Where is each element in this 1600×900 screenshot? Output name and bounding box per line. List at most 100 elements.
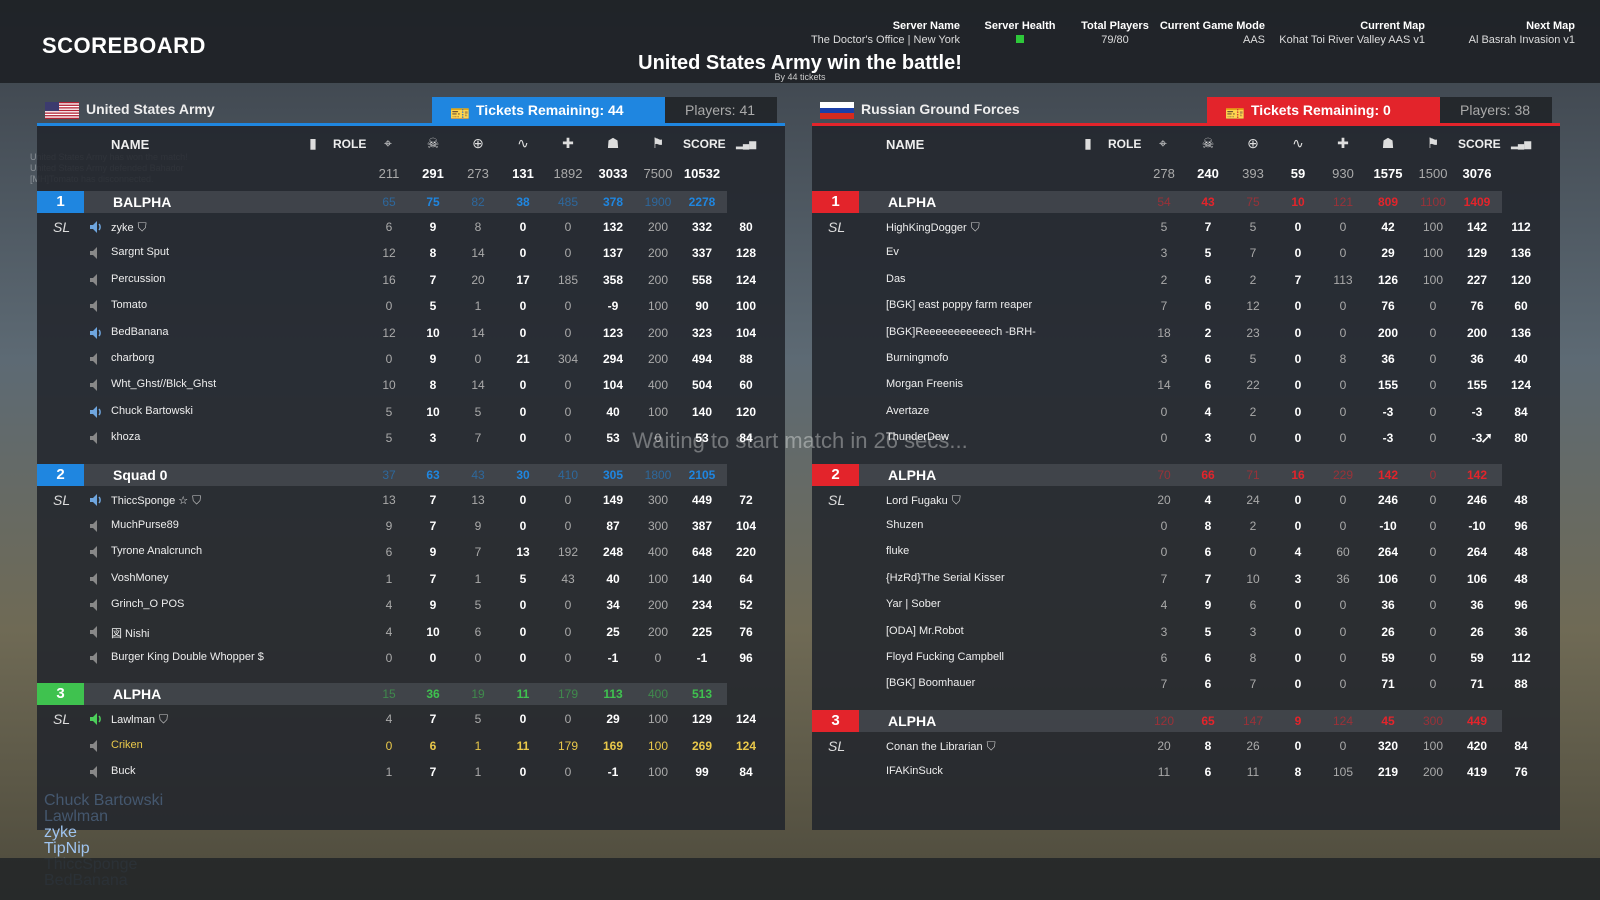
player-row[interactable]: 図 Nishi 4 10 6 0 0 25 200 225 76 <box>37 619 785 645</box>
player-name-text[interactable]: Shuzen <box>886 519 923 531</box>
player-name[interactable]: MuchPurse89 <box>111 519 179 531</box>
col-name[interactable]: NAME <box>886 137 924 152</box>
combat-score-icon[interactable]: ☗ <box>603 135 623 153</box>
player-name-text[interactable]: Lord Fugaku <box>886 495 948 507</box>
teamkills-icon[interactable]: ⊕ <box>468 135 488 153</box>
player-row[interactable]: fluke 0 6 0 4 60 264 0 264 48 <box>812 539 1560 565</box>
player-name[interactable]: [BGK]Reeeeeeeeeeech -BRH- <box>886 326 1036 338</box>
speaker-icon[interactable] <box>88 298 104 314</box>
player-row[interactable]: MuchPurse89 9 7 9 0 0 87 300 387 104 <box>37 513 785 539</box>
player-row[interactable]: Morgan Freenis 14 6 22 0 0 155 0 155 124 <box>812 372 1560 398</box>
speaker-icon[interactable] <box>88 377 104 393</box>
player-row[interactable]: SL Lord Fugaku ⛉ 20 4 24 0 0 246 0 246 48 <box>812 487 1560 513</box>
player-name-text[interactable]: Tyrone Analcrunch <box>111 545 202 557</box>
player-row[interactable]: VoshMoney 1 7 1 5 43 40 100 140 64 <box>37 566 785 592</box>
player-name-text[interactable]: {HzRd}The Serial Kisser <box>886 572 1005 584</box>
player-name[interactable]: [BGK] east poppy farm reaper <box>886 299 1032 311</box>
player-row[interactable]: BedBanana 12 10 14 0 0 123 200 323 104 <box>37 320 785 346</box>
player-row[interactable]: [BGK]Reeeeeeeeeeech -BRH- 18 2 23 0 0 200 0 200 1… <box>812 320 1560 346</box>
player-name[interactable]: Tyrone Analcrunch <box>111 545 202 557</box>
player-row[interactable]: SL ThiccSponge ☆ ⛉ 13 7 13 0 0 149 300 449 72 <box>37 487 785 513</box>
player-name[interactable]: Sargnt Sput <box>111 246 169 258</box>
player-name[interactable]: ThiccSponge ☆ ⛉ <box>111 493 201 508</box>
player-name-text[interactable]: charborg <box>111 352 154 364</box>
player-name[interactable]: Chuck Bartowski <box>111 405 193 417</box>
player-row[interactable]: Floyd Fucking Campbell 6 6 8 0 0 59 0 59 112 <box>812 645 1560 671</box>
speaker-icon[interactable] <box>88 404 104 420</box>
player-name-text[interactable]: Ev <box>886 246 899 258</box>
player-name-text[interactable]: [BGK] Boomhauer <box>886 677 975 689</box>
player-name-text[interactable]: VoshMoney <box>111 572 168 584</box>
player-row[interactable]: Percussion 16 7 20 17 185 358 200 558 124 <box>37 267 785 293</box>
speaker-icon[interactable] <box>88 544 104 560</box>
player-name-text[interactable]: fluke <box>886 545 909 557</box>
player-row[interactable]: Das 2 6 2 7 113 126 100 227 120 <box>812 267 1560 293</box>
player-name[interactable]: [ODA] Mr.Robot <box>886 625 964 637</box>
col-name[interactable]: NAME <box>111 137 149 152</box>
player-row[interactable]: [ODA] Mr.Robot 3 5 3 0 0 26 0 26 36 <box>812 619 1560 645</box>
kills-icon[interactable]: ⌖ <box>378 135 398 153</box>
player-name-text[interactable]: Chuck Bartowski <box>111 405 193 417</box>
player-row[interactable]: Chuck Bartowski 5 10 5 0 0 40 100 140 120 <box>37 399 785 425</box>
col-score[interactable]: SCORE <box>1458 137 1501 151</box>
player-name-text[interactable]: 図 Nishi <box>111 628 150 640</box>
player-name[interactable]: {HzRd}The Serial Kisser <box>886 572 1005 584</box>
player-name-text[interactable]: ThiccSponge ☆ <box>111 495 188 507</box>
player-row[interactable]: Criken 0 6 1 11 179 169 100 269 124 <box>37 733 785 759</box>
player-name-text[interactable]: Avertaze <box>886 405 929 417</box>
squad-header[interactable]: 3 ALPHA 120 65 147 9 124 45 300 449 <box>812 709 1502 732</box>
revives-icon[interactable]: ∿ <box>1288 135 1308 153</box>
player-name[interactable]: Lawlman ⛉ <box>111 712 168 727</box>
player-name-text[interactable]: Grinch_O POS <box>111 598 184 610</box>
player-name-text[interactable]: BedBanana <box>111 326 169 338</box>
player-row[interactable]: Burningmofo 3 6 5 0 8 36 0 36 40 <box>812 346 1560 372</box>
player-row[interactable]: SL zyke ⛉ 6 9 8 0 0 132 200 332 80 <box>37 214 785 240</box>
player-row[interactable]: Burger King Double Whopper $ 0 0 0 0 0 -1 0 -1 96 <box>37 645 785 671</box>
speaker-icon[interactable] <box>88 738 104 754</box>
player-row[interactable]: Tomato 0 5 1 0 0 -9 100 90 100 <box>37 293 785 319</box>
player-name[interactable]: Tomato <box>111 299 147 311</box>
player-name-text[interactable]: Criken <box>111 739 143 751</box>
player-name-text[interactable]: [BGK] east poppy farm reaper <box>886 299 1032 311</box>
player-row[interactable]: Grinch_O POS 4 9 5 0 0 34 200 234 52 <box>37 592 785 618</box>
player-name-text[interactable]: Morgan Freenis <box>886 378 963 390</box>
player-name[interactable]: 図 Nishi <box>111 625 150 641</box>
speaker-icon[interactable] <box>88 492 104 508</box>
player-name[interactable]: Yar | Sober <box>886 598 941 610</box>
player-name[interactable]: Morgan Freenis <box>886 378 963 390</box>
player-name[interactable]: Das <box>886 273 906 285</box>
player-name-text[interactable]: Tomato <box>111 299 147 311</box>
deaths-icon[interactable]: ☠ <box>1198 135 1218 153</box>
revives-icon[interactable]: ∿ <box>513 135 533 153</box>
player-name[interactable]: VoshMoney <box>111 572 168 584</box>
player-name-text[interactable]: Burningmofo <box>886 352 948 364</box>
squad-header[interactable]: 3 ALPHA 15 36 19 11 179 113 400 513 <box>37 683 727 706</box>
player-row[interactable]: IFAKinSuck 11 6 11 8 105 219 200 419 76 <box>812 759 1560 785</box>
player-name[interactable]: Lord Fugaku ⛉ <box>886 493 961 508</box>
player-row[interactable]: Yar | Sober 4 9 6 0 0 36 0 36 96 <box>812 592 1560 618</box>
player-name[interactable]: Shuzen <box>886 519 923 531</box>
player-name[interactable]: [BGK] Boomhauer <box>886 677 975 689</box>
player-name[interactable]: IFAKinSuck <box>886 765 943 777</box>
player-name-text[interactable]: Yar | Sober <box>886 598 941 610</box>
player-name-text[interactable]: Wht_Ghst//Blck_Ghst <box>111 378 216 390</box>
speaker-icon[interactable] <box>88 219 104 235</box>
heals-icon[interactable]: ✚ <box>1333 135 1353 153</box>
player-row[interactable]: charborg 0 9 0 21 304 294 200 494 88 <box>37 346 785 372</box>
player-name-text[interactable]: Sargnt Sput <box>111 246 169 258</box>
speaker-icon[interactable] <box>88 272 104 288</box>
player-name-text[interactable]: [ODA] Mr.Robot <box>886 625 964 637</box>
player-name-text[interactable]: Conan the Librarian <box>886 741 983 753</box>
player-name[interactable]: fluke <box>886 545 909 557</box>
player-row[interactable]: SL Lawlman ⛉ 4 7 5 0 0 29 100 129 124 <box>37 706 785 732</box>
player-name-text[interactable]: Buck <box>111 765 135 777</box>
speaker-icon[interactable] <box>88 518 104 534</box>
player-row[interactable]: Avertaze 0 4 2 0 0 -3 0 -3 84 <box>812 399 1560 425</box>
player-row[interactable]: SL Conan the Librarian ⛉ 20 8 26 0 0 320 100 420 84 <box>812 733 1560 759</box>
speaker-icon[interactable] <box>88 245 104 261</box>
player-name[interactable]: charborg <box>111 352 154 364</box>
squad-header[interactable]: 1 ALPHA 54 43 75 10 121 809 1100 1409 <box>812 191 1502 213</box>
player-row[interactable]: Tyrone Analcrunch 6 9 7 13 192 248 400 648 220 <box>37 539 785 565</box>
squad-header[interactable]: 2 Squad 0 37 63 43 30 410 305 1800 2105 <box>37 463 727 486</box>
player-name[interactable]: BedBanana <box>111 326 169 338</box>
